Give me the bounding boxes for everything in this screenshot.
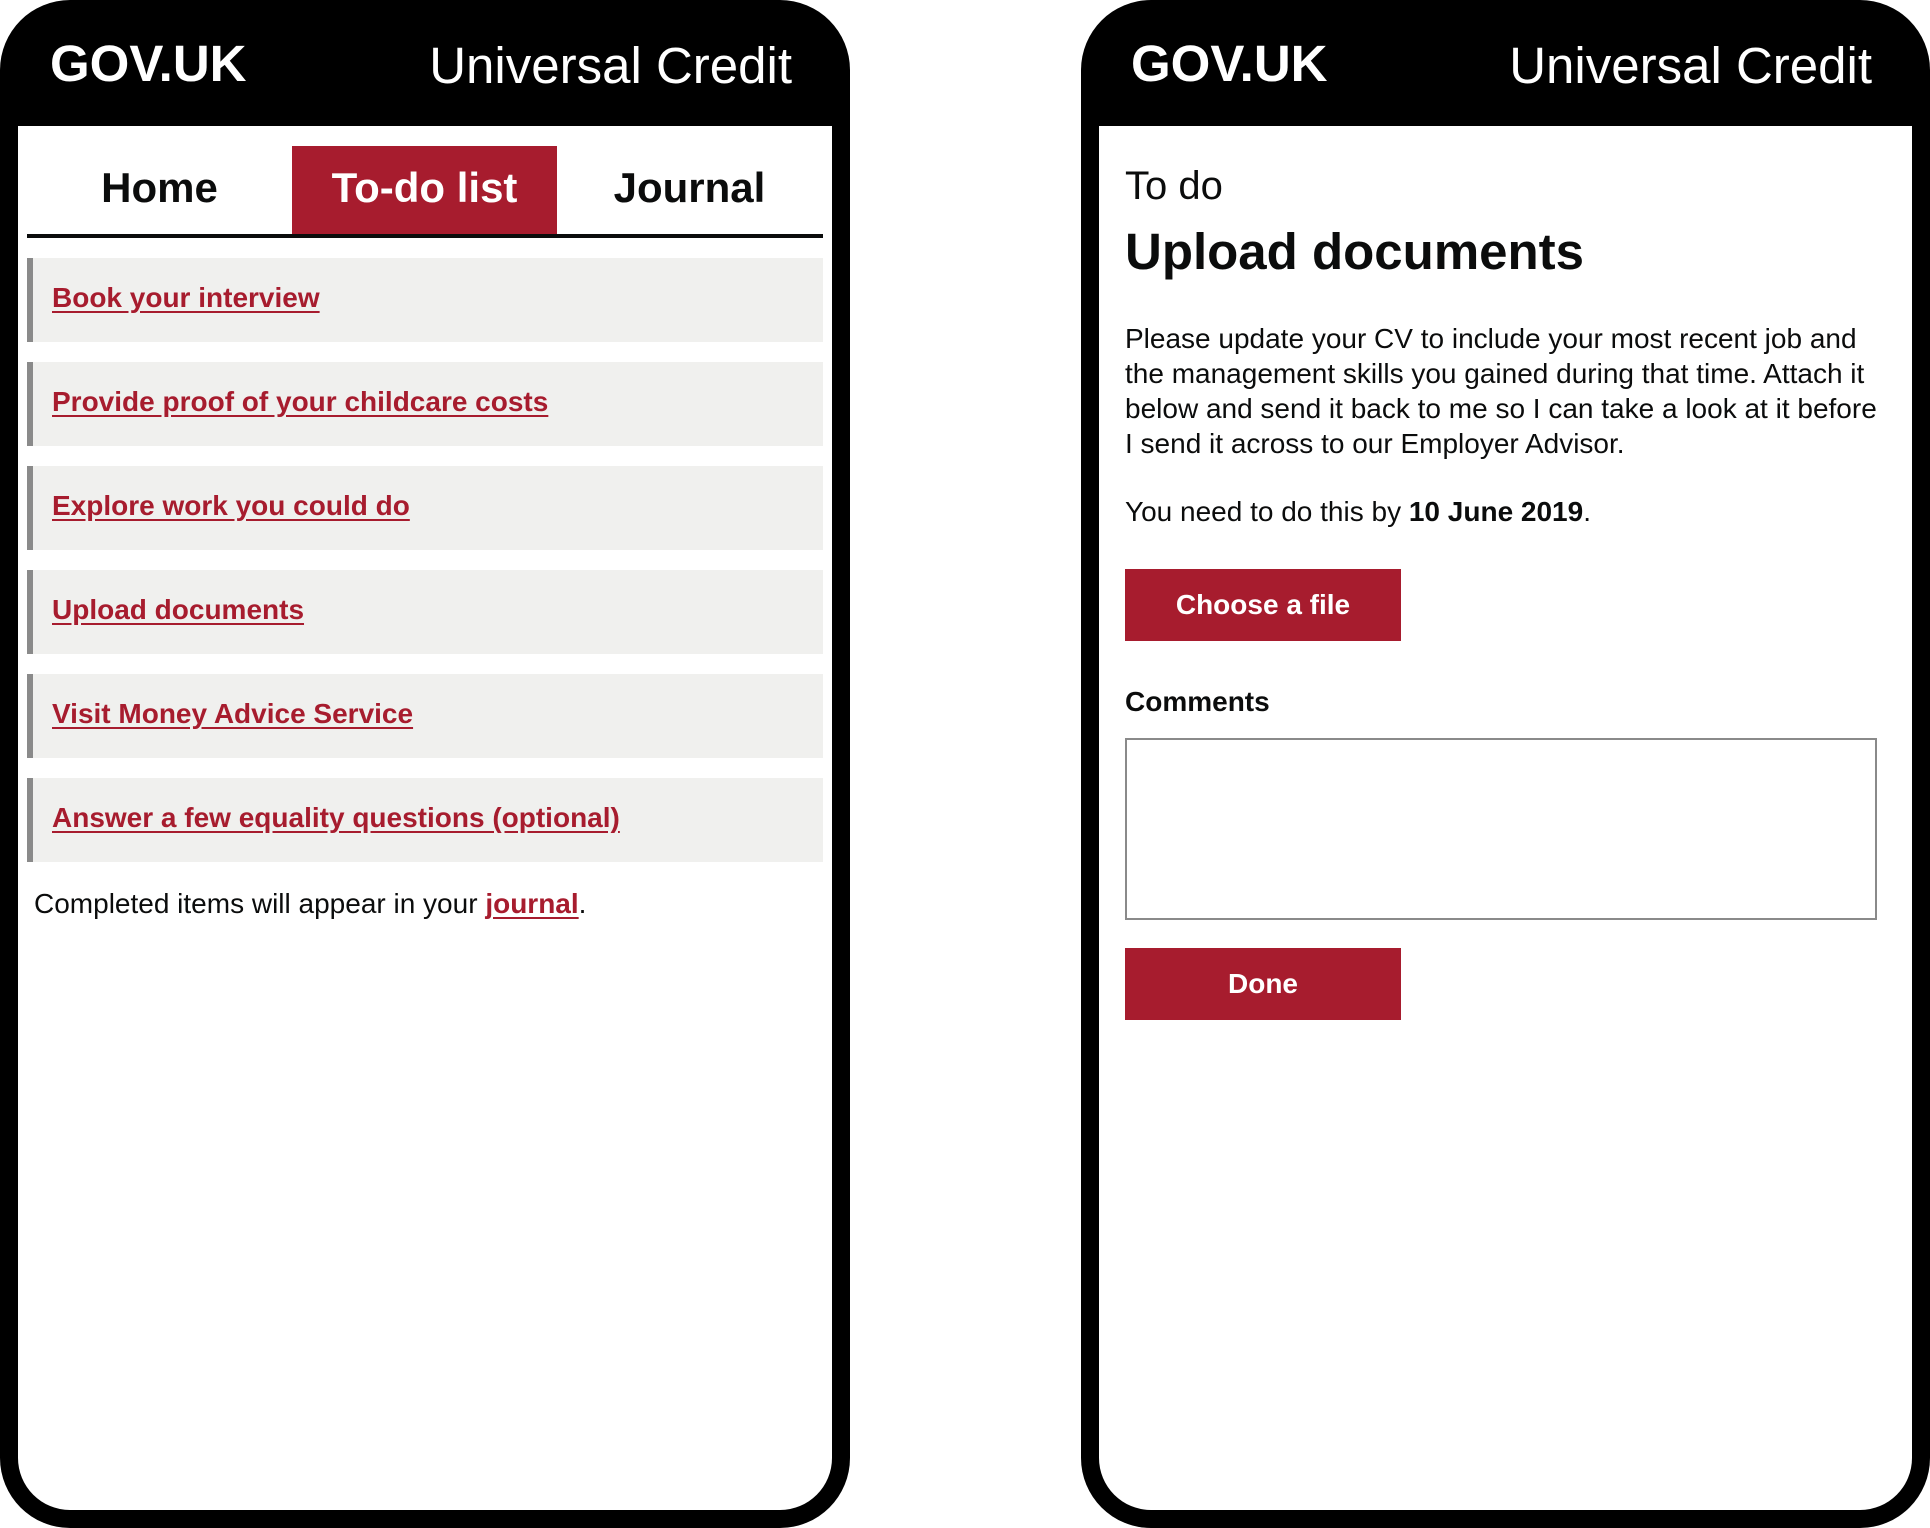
done-button[interactable]: Done: [1125, 948, 1401, 1020]
govuk-logo[interactable]: GOV.UK: [1131, 34, 1328, 93]
choose-file-button[interactable]: Choose a file: [1125, 569, 1401, 641]
list-item: Explore work you could do: [27, 466, 823, 550]
comments-label: Comments: [1125, 686, 1270, 717]
list-item: Answer a few equality questions (optiona…: [27, 778, 823, 862]
screen: To do Upload documents Please update you…: [1099, 126, 1912, 1510]
tab-todo-list[interactable]: To-do list: [292, 146, 557, 234]
list-item: Upload documents: [27, 570, 823, 654]
comments-field[interactable]: [1125, 738, 1877, 920]
list-item: Provide proof of your childcare costs: [27, 362, 823, 446]
service-name[interactable]: Universal Credit: [429, 36, 792, 95]
header-bar: GOV.UK Universal Credit: [0, 0, 850, 126]
instructions-text: Please update your CV to include your mo…: [1125, 323, 1877, 459]
deadline-text: You need to do this by 10 June 2019.: [1125, 496, 1591, 528]
todo-link-upload-documents[interactable]: Upload documents: [52, 594, 304, 626]
page-caption: To do: [1125, 164, 1223, 208]
todo-link-money-advice[interactable]: Visit Money Advice Service: [52, 698, 413, 730]
page-title: Upload documents: [1125, 223, 1585, 280]
list-item: Book your interview: [27, 258, 823, 342]
service-name[interactable]: Universal Credit: [1509, 36, 1872, 95]
journal-link[interactable]: journal: [485, 888, 578, 919]
deadline-suffix: .: [1583, 496, 1591, 527]
deadline-date: 10 June 2019: [1408, 496, 1584, 527]
tab-bar: Home To-do list Journal: [27, 146, 823, 238]
todo-link-equality-questions[interactable]: Answer a few equality questions (optiona…: [52, 802, 620, 834]
todo-list: Book your interview Provide proof of you…: [27, 258, 823, 882]
completed-note-suffix: .: [578, 888, 587, 919]
govuk-logo[interactable]: GOV.UK: [50, 34, 247, 93]
list-item: Visit Money Advice Service: [27, 674, 823, 758]
deadline-prefix: You need to do this by: [1125, 496, 1409, 527]
header-bar: GOV.UK Universal Credit: [1081, 0, 1930, 126]
completed-note: Completed items will appear in your jour…: [34, 888, 586, 920]
tab-home[interactable]: Home: [27, 146, 292, 234]
todo-link-childcare-costs[interactable]: Provide proof of your childcare costs: [52, 386, 548, 418]
phone-todo-list: GOV.UK Universal Credit Home To-do list …: [0, 0, 850, 1528]
phone-upload-documents: GOV.UK Universal Credit To do Upload doc…: [1081, 0, 1930, 1528]
todo-link-book-interview[interactable]: Book your interview: [52, 282, 320, 314]
screen: Home To-do list Journal Book your interv…: [18, 126, 832, 1510]
completed-note-text: Completed items will appear in your: [34, 888, 486, 919]
tab-journal[interactable]: Journal: [557, 146, 822, 234]
todo-link-explore-work[interactable]: Explore work you could do: [52, 490, 410, 522]
